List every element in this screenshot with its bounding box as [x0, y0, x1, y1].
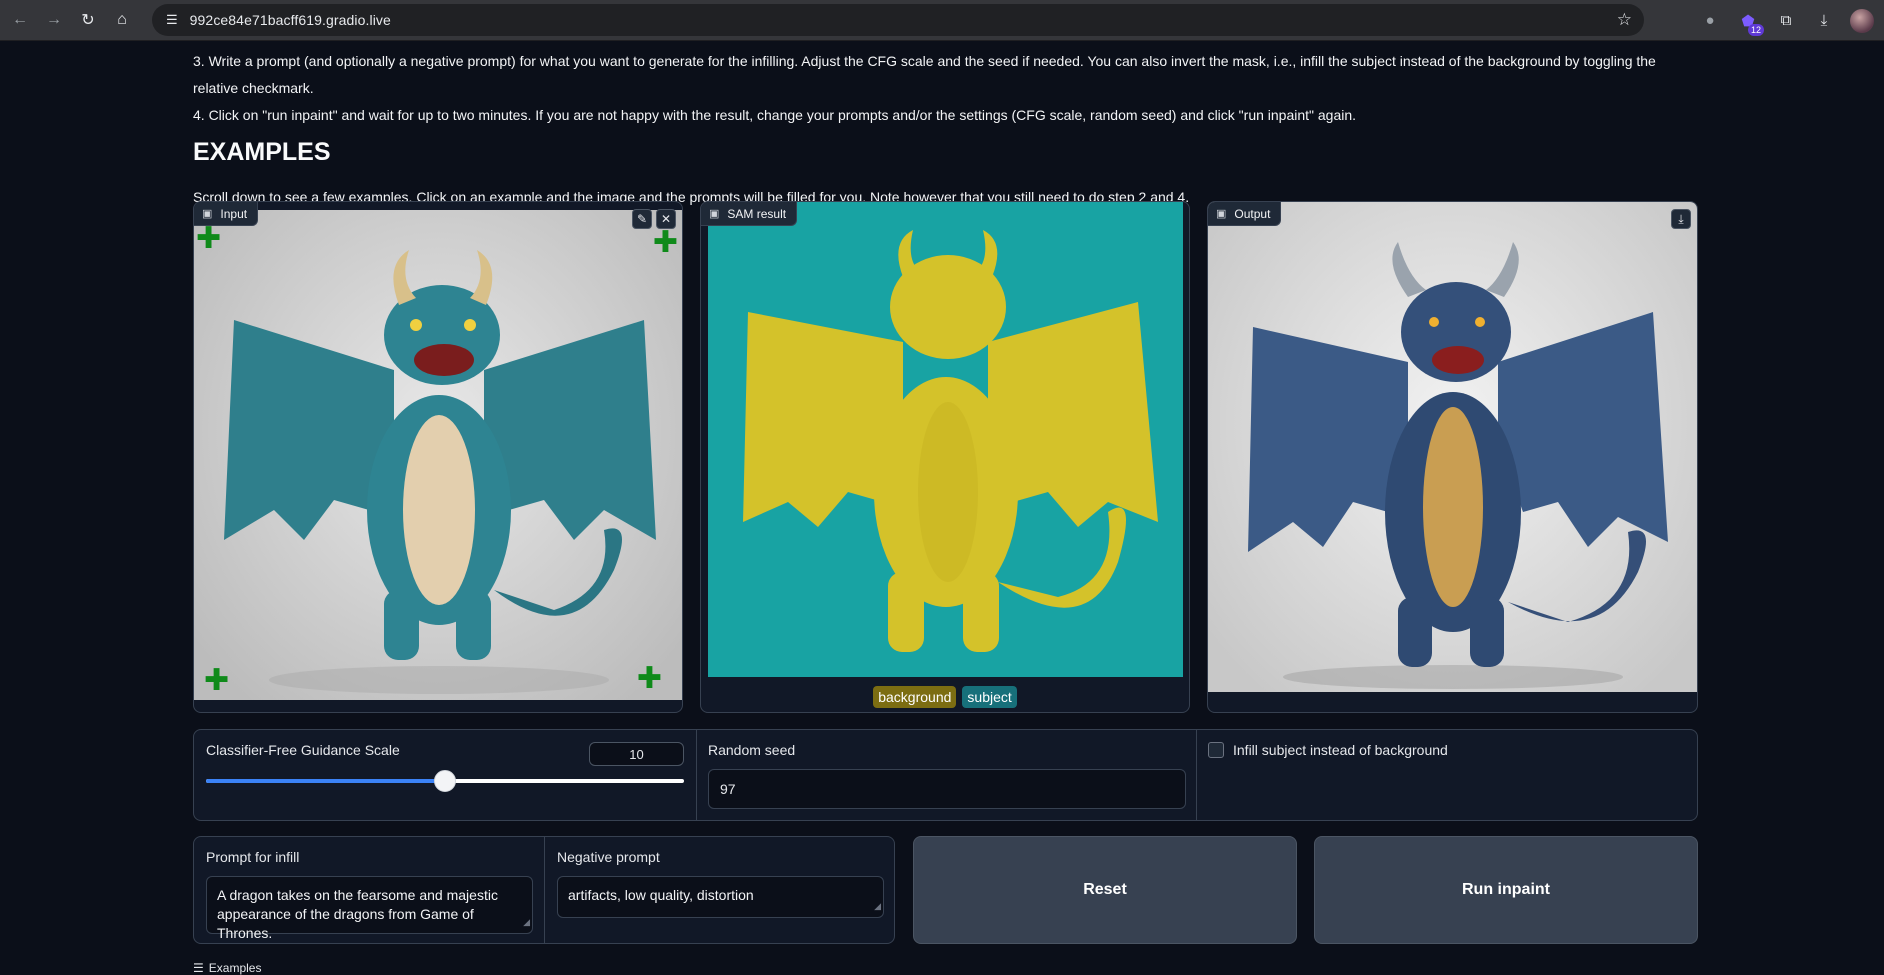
- home-icon[interactable]: ⌂: [108, 6, 136, 34]
- dragon-teal-illustration: [224, 250, 656, 694]
- cfg-scale-number-input[interactable]: 10: [589, 742, 684, 766]
- browser-toolbar: ← → ↻ ⌂ ☰ 992ce84e71bacff619.gradio.live…: [0, 0, 1884, 41]
- cfg-scale-label: Classifier-Free Guidance Scale: [206, 742, 400, 758]
- prompt-textarea[interactable]: A dragon takes on the fearsome and majes…: [206, 876, 533, 941]
- address-bar[interactable]: ☰ 992ce84e71bacff619.gradio.live ☆: [152, 4, 1644, 36]
- cfg-scale-slider[interactable]: [206, 770, 684, 792]
- divider: [696, 730, 697, 820]
- cfg-slider-thumb[interactable]: [434, 770, 456, 792]
- image-panels: ▣ Input ✎ ✕ ✚ ✚ ✚ ✚ ▣ SAM result backgro…: [193, 201, 1698, 713]
- back-icon[interactable]: ←: [6, 6, 34, 34]
- infill-subject-checkbox[interactable]: [1208, 742, 1224, 758]
- site-settings-icon[interactable]: ☰: [166, 12, 178, 28]
- negative-prompt-text: artifacts, low quality, distortion: [568, 887, 754, 903]
- output-label-text: Output: [1234, 206, 1271, 221]
- image-icon: ▣: [1216, 208, 1227, 220]
- sam-legend: background subject: [701, 686, 1189, 708]
- cfg-slider-fill: [206, 779, 445, 783]
- input-image-panel[interactable]: ▣ Input ✎ ✕ ✚ ✚ ✚ ✚: [193, 201, 683, 713]
- main-content: 3. Write a prompt (and optionally a nega…: [193, 41, 1698, 975]
- input-dragon-image[interactable]: [194, 210, 682, 700]
- divider: [544, 837, 545, 943]
- examples-accordion-label: Examples: [208, 961, 262, 975]
- profile-avatar[interactable]: [1850, 8, 1874, 33]
- prompts-panel: Prompt for infill A dragon takes on the …: [193, 836, 895, 944]
- output-image-panel: ▣ Output ⤓: [1207, 201, 1698, 713]
- point-marker-bottom-left[interactable]: ✚: [204, 666, 229, 696]
- examples-heading: EXAMPLES: [193, 138, 331, 166]
- reset-button[interactable]: Reset: [913, 836, 1297, 944]
- edit-icon[interactable]: ✎: [632, 209, 652, 229]
- examples-accordion[interactable]: ☰ Examples: [193, 961, 261, 975]
- negative-prompt-label: Negative prompt: [557, 849, 660, 865]
- output-dragon-image: [1208, 202, 1697, 692]
- infill-subject-label[interactable]: Infill subject instead of background: [1233, 742, 1448, 758]
- forward-icon[interactable]: →: [40, 6, 68, 34]
- divider: [1196, 730, 1197, 820]
- sam-mask-image: [708, 202, 1183, 677]
- dragon-mask-illustration: [743, 230, 1158, 652]
- random-seed-input[interactable]: 97: [708, 769, 1186, 809]
- record-icon[interactable]: ●: [1698, 9, 1722, 33]
- input-label-text: Input: [220, 206, 248, 221]
- list-icon: ☰: [193, 961, 204, 975]
- point-marker-top-left[interactable]: ✚: [196, 224, 221, 254]
- url-text: 992ce84e71bacff619.gradio.live: [189, 12, 391, 28]
- extension-badge-icon[interactable]: ⬟ 12: [1736, 9, 1764, 36]
- negative-prompt-textarea[interactable]: artifacts, low quality, distortion ◢: [557, 876, 884, 918]
- extension-badge-count: 12: [1747, 23, 1764, 36]
- extensions-puzzle-icon[interactable]: ⧉: [1774, 9, 1798, 33]
- settings-row: Classifier-Free Guidance Scale 10 Random…: [193, 729, 1698, 821]
- reload-icon[interactable]: ↻: [74, 6, 102, 34]
- prompt-text: A dragon takes on the fearsome and majes…: [217, 887, 498, 941]
- image-icon: ▣: [709, 208, 720, 220]
- legend-subject: subject: [962, 686, 1017, 708]
- sam-result-panel: ▣ SAM result background subject: [700, 201, 1190, 713]
- download-icon[interactable]: ⤓: [1671, 209, 1691, 229]
- download-icon[interactable]: ⤓: [1812, 9, 1836, 33]
- instruction-step-3: 3. Write a prompt (and optionally a nega…: [193, 53, 1656, 96]
- resize-grip-icon[interactable]: ◢: [523, 913, 530, 932]
- dragon-blue-illustration: [1248, 242, 1668, 689]
- bookmark-star-icon[interactable]: ☆: [1617, 10, 1632, 30]
- run-inpaint-button[interactable]: Run inpaint: [1314, 836, 1698, 944]
- point-marker-bottom-right[interactable]: ✚: [637, 664, 662, 694]
- random-seed-label: Random seed: [708, 742, 796, 758]
- point-marker-top-right[interactable]: ✚: [653, 228, 678, 258]
- resize-grip-icon[interactable]: ◢: [874, 897, 881, 916]
- sam-label-text: SAM result: [727, 206, 787, 221]
- output-panel-label: ▣ Output: [1208, 202, 1282, 226]
- legend-background: background: [873, 686, 957, 708]
- sam-panel-label: ▣ SAM result: [701, 202, 798, 226]
- instruction-step-4: 4. Click on "run inpaint" and wait for u…: [193, 107, 1357, 123]
- prompt-label: Prompt for infill: [206, 849, 300, 865]
- image-icon: ▣: [202, 208, 213, 220]
